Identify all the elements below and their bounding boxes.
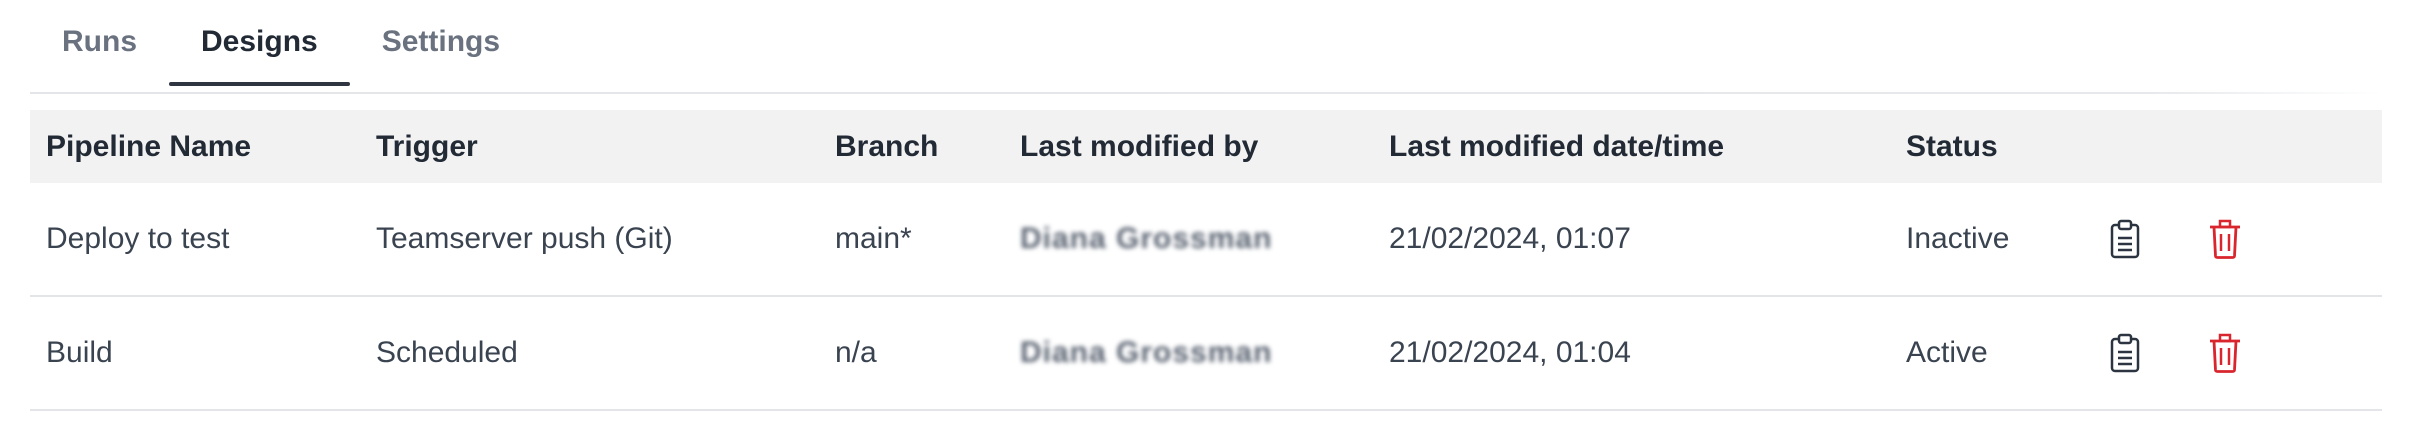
cell-status: Inactive xyxy=(1906,222,2010,255)
pipelines-page: Runs Designs Settings Pipeline Name Trig… xyxy=(0,0,2412,442)
trash-icon[interactable] xyxy=(2205,331,2245,375)
tab-divider xyxy=(30,92,2382,94)
cell-branch: n/a xyxy=(835,336,877,369)
cell-pipeline-name[interactable]: Build xyxy=(30,336,360,370)
cell-last-modified-by: Diana Grossman xyxy=(1004,336,1373,370)
designs-table: Pipeline Name Trigger Branch Last modifi… xyxy=(30,110,2382,411)
cell-actions xyxy=(2105,217,2382,261)
cell-status: Active xyxy=(1906,336,1988,369)
cell-branch: main* xyxy=(835,222,912,255)
cell-trigger: Scheduled xyxy=(376,336,518,369)
tab-designs-label: Designs xyxy=(201,25,318,58)
cell-last-modified-by: Diana Grossman xyxy=(1004,222,1373,256)
table-row[interactable]: Build Scheduled n/a Diana Grossman 21/02… xyxy=(30,297,2382,411)
clipboard-icon[interactable] xyxy=(2105,331,2145,375)
cell-actions xyxy=(2105,331,2382,375)
table-row[interactable]: Deploy to test Teamserver push (Git) mai… xyxy=(30,183,2382,297)
tab-designs[interactable]: Designs xyxy=(169,0,350,86)
tab-settings[interactable]: Settings xyxy=(350,0,532,84)
header-branch: Branch xyxy=(835,129,939,163)
redacted-user-name: Diana Grossman xyxy=(1020,336,1273,369)
cell-trigger: Teamserver push (Git) xyxy=(376,222,673,255)
tab-runs[interactable]: Runs xyxy=(30,0,169,84)
tab-runs-label: Runs xyxy=(62,25,137,58)
tab-settings-label: Settings xyxy=(381,25,501,58)
trash-icon[interactable] xyxy=(2205,217,2245,261)
cell-last-modified-datetime: 21/02/2024, 01:07 xyxy=(1389,222,1631,255)
cell-last-modified-datetime: 21/02/2024, 01:04 xyxy=(1389,336,1631,369)
redacted-user-name: Diana Grossman xyxy=(1020,222,1273,255)
header-last-modified-by: Last modified by xyxy=(1020,129,1259,163)
table-header: Pipeline Name Trigger Branch Last modifi… xyxy=(30,110,2382,183)
header-trigger: Trigger xyxy=(376,129,478,163)
clipboard-icon[interactable] xyxy=(2105,217,2145,261)
header-pipeline-name: Pipeline Name xyxy=(46,129,252,163)
header-last-modified-datetime: Last modified date/time xyxy=(1389,129,1725,163)
cell-pipeline-name[interactable]: Deploy to test xyxy=(30,222,360,256)
tab-bar: Runs Designs Settings xyxy=(30,0,2382,93)
header-status: Status xyxy=(1906,129,1998,163)
